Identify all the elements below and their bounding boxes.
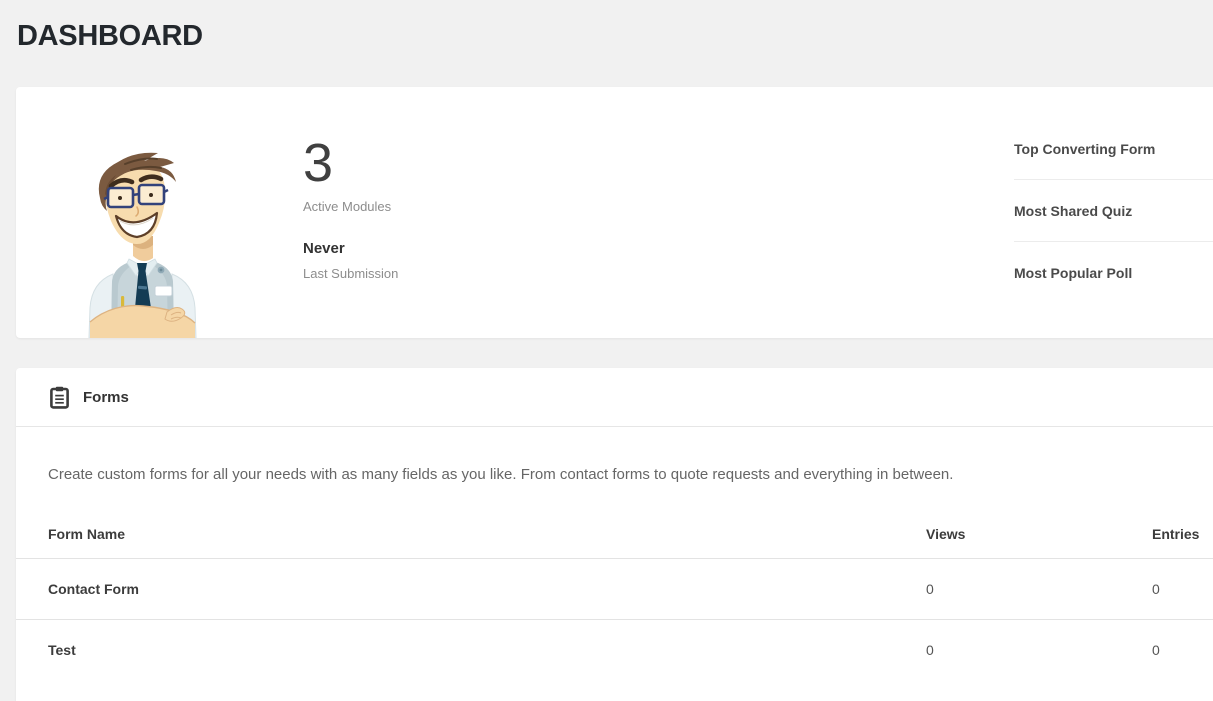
- highlight-label: Most Popular Poll: [1014, 265, 1132, 281]
- highlight-most-popular-poll: Most Popular Poll: [1014, 242, 1213, 304]
- forms-card-header: Forms: [16, 368, 1213, 427]
- clipboard-icon: [50, 386, 69, 409]
- mascot-illustration: [85, 150, 200, 338]
- highlight-top-converting-form: Top Converting Form: [1014, 118, 1213, 180]
- forms-description: Create custom forms for all your needs w…: [16, 427, 1213, 510]
- forms-table: Form Name Views Entries Contact Form 0 0…: [16, 510, 1213, 680]
- form-views-value: 0: [926, 619, 1152, 680]
- form-entries-value: 0: [1152, 619, 1213, 680]
- highlight-label: Top Converting Form: [1014, 141, 1155, 157]
- forms-card-title: Forms: [83, 389, 129, 406]
- forms-card: Forms Create custom forms for all your n…: [16, 368, 1213, 701]
- last-submission-value: Never: [303, 240, 398, 257]
- highlight-most-shared-quiz: Most Shared Quiz: [1014, 180, 1213, 242]
- active-modules-count: 3: [303, 136, 398, 190]
- summary-highlights: Top Converting Form Most Shared Quiz Mos…: [1014, 118, 1213, 304]
- column-header-entries: Entries: [1152, 510, 1213, 558]
- column-header-views: Views: [926, 510, 1152, 558]
- last-submission-label: Last Submission: [303, 266, 398, 281]
- summary-card: 3 Active Modules Never Last Submission T…: [16, 87, 1213, 338]
- form-name-link[interactable]: Contact Form: [48, 581, 139, 597]
- forminator-man-icon: [85, 150, 200, 338]
- column-header-form-name: Form Name: [16, 510, 926, 558]
- summary-stats: 3 Active Modules Never Last Submission: [303, 136, 398, 281]
- active-modules-label: Active Modules: [303, 199, 398, 214]
- table-row: Test 0 0: [16, 619, 1213, 680]
- table-row: Contact Form 0 0: [16, 558, 1213, 619]
- dashboard-page: DASHBOARD: [0, 0, 1213, 701]
- page-title: DASHBOARD: [0, 0, 1213, 87]
- form-entries-value: 0: [1152, 558, 1213, 619]
- highlight-label: Most Shared Quiz: [1014, 203, 1132, 219]
- forms-table-header-row: Form Name Views Entries: [16, 510, 1213, 558]
- form-views-value: 0: [926, 558, 1152, 619]
- form-name-link[interactable]: Test: [48, 642, 76, 658]
